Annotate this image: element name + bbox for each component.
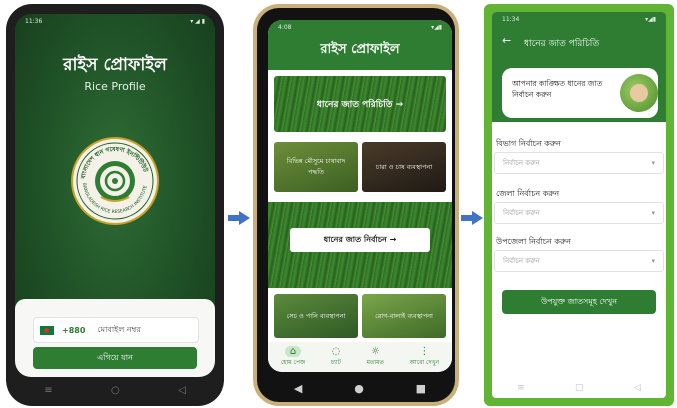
continue-button[interactable]: এগিয়ে যান xyxy=(33,347,197,369)
home-icon[interactable]: □ xyxy=(575,383,584,393)
home-icon: ⌂ xyxy=(284,346,302,357)
back-icon[interactable]: ◁ xyxy=(178,385,186,396)
district-placeholder: নির্বাচন করুন xyxy=(503,209,540,217)
home-title: রাইস প্রোফাইল xyxy=(320,42,400,57)
card-care-label: চারা ও চাষ ব্যবস্থাপনা xyxy=(375,162,433,171)
card-cultivation-label: বিভিন্ন মৌসুমে চাষাবাদ পদ্ধতি xyxy=(286,157,346,176)
tab-feedback[interactable]: ☼ মতামত xyxy=(367,346,384,368)
android-nav-bar: ≡ ○ ◁ xyxy=(15,378,215,402)
prompt-card: আপনার কাঙ্ক্ষিত ধানের জাত নির্বাচন করুন xyxy=(502,68,658,118)
status-icons: ▾ ◢ ▮ xyxy=(190,17,205,25)
country-code: +880 xyxy=(62,325,86,335)
variety-header: 11:34 ▾◢▮ ← ধানের জাত পরিচিতি xyxy=(492,12,666,62)
login-card: +880 মোবাইল নম্বর এগিয়ে যান xyxy=(15,299,215,377)
bug-icon: ☼ xyxy=(370,346,380,357)
app-subtitle: Rice Profile xyxy=(84,80,146,93)
division-placeholder: নির্বাচন করুন xyxy=(503,159,540,167)
division-dropdown[interactable]: নির্বাচন করুন ▾ xyxy=(494,152,664,174)
chevron-down-icon: ▾ xyxy=(651,257,655,265)
recents-icon[interactable]: ■ xyxy=(416,382,426,395)
menu-icon[interactable]: ≡ xyxy=(44,385,52,396)
tab-home-label: হোম পেজ xyxy=(280,359,306,366)
back-icon[interactable]: ◀ xyxy=(294,382,302,395)
status-icons: ▾◢▮ xyxy=(645,15,656,23)
show-varieties-button[interactable]: উপযুক্ত জাতসমূহ দেখুন xyxy=(502,290,656,314)
select-variety-button[interactable]: ধানের জাত নির্বাচন → xyxy=(290,228,430,252)
status-icons: ▾◢▮ xyxy=(431,23,442,31)
tab-home[interactable]: ⌂ হোম পেজ xyxy=(281,346,305,368)
flow-arrow-2 xyxy=(461,211,483,225)
tab-more-label: আরো দেখুন xyxy=(409,359,440,366)
login-screen: 11:36 ▾ ◢ ▮ রাইস প্রোফাইল Rice Profile ব… xyxy=(15,14,215,377)
district-dropdown[interactable]: নির্বাচন করুন ▾ xyxy=(494,202,664,224)
bangladesh-flag-icon xyxy=(40,325,54,335)
card-care[interactable]: চারা ও চাষ ব্যবস্থাপনা xyxy=(362,142,446,192)
upazila-placeholder: নির্বাচন করুন xyxy=(503,257,540,265)
card-pest[interactable]: রোগ-বালাই ব্যবস্থাপনা xyxy=(362,294,446,338)
back-arrow-icon[interactable]: ← xyxy=(502,34,511,47)
banner-variety-intro[interactable]: ধানের জাত পরিচিতি → xyxy=(274,76,446,132)
variety-select-screen: 11:34 ▾◢▮ ← ধানের জাত পরিচিতি আপনার কাঙ্… xyxy=(492,12,666,398)
upazila-label: উপজেলা নির্বাচন করুন xyxy=(496,237,571,246)
tab-chat-label: চ্যাট xyxy=(330,359,341,366)
division-label: বিভাগ নির্বাচন করুন xyxy=(496,139,561,148)
card-cultivation[interactable]: বিভিন্ন মৌসুমে চাষাবাদ পদ্ধতি xyxy=(274,142,358,192)
status-time: 4:08 xyxy=(278,23,292,31)
bottom-tab-bar: ⌂ হোম পেজ ◌ চ্যাট ☼ মতামত ⋮ আরো দেখুন xyxy=(268,342,452,372)
banner-variety-intro-label: ধানের জাত পরিচিতি → xyxy=(316,99,404,110)
phone-number-input[interactable]: মোবাইল নম্বর xyxy=(97,324,140,337)
home-icon[interactable]: ○ xyxy=(111,385,120,396)
phone-input-row[interactable]: +880 মোবাইল নম্বর xyxy=(33,317,199,343)
home-icon[interactable]: ● xyxy=(354,382,364,395)
tab-more[interactable]: ⋮ আরো দেখুন xyxy=(410,346,439,368)
upazila-dropdown[interactable]: নির্বাচন করুন ▾ xyxy=(494,250,664,272)
phone-login: 11:36 ▾ ◢ ▮ রাইস প্রোফাইল Rice Profile ব… xyxy=(6,4,224,406)
header-title: ধানের জাত পরিচিতি xyxy=(524,39,600,49)
status-bar: 11:34 ▾◢▮ xyxy=(492,12,666,26)
status-bar: 4:08 ▾◢▮ xyxy=(268,20,452,34)
chevron-down-icon: ▾ xyxy=(651,209,655,217)
flow-arrow-1 xyxy=(228,211,250,225)
tab-chat[interactable]: ◌ চ্যাট xyxy=(331,346,341,368)
home-screen: 4:08 ▾◢▮ রাইস প্রোফাইল ধানের জাত পরিচিতি… xyxy=(268,20,452,372)
home-header: 4:08 ▾◢▮ রাইস প্রোফাইল xyxy=(268,20,452,70)
chevron-down-icon: ▾ xyxy=(651,159,655,167)
status-bar: 11:36 ▾ ◢ ▮ xyxy=(15,14,215,28)
android-nav-bar: ◀ ● ■ xyxy=(268,374,452,402)
status-time: 11:34 xyxy=(502,15,520,23)
status-time: 11:36 xyxy=(25,17,43,25)
rice-hand-icon xyxy=(620,74,658,112)
logo-emblem: বাংলাদেশ ধান গবেষণা ইনস্টিটিউট BANGLADES… xyxy=(76,142,154,220)
brri-logo: বাংলাদেশ ধান গবেষণা ইনস্টিটিউট BANGLADES… xyxy=(71,137,159,225)
app-title: রাইস প্রোফাইল xyxy=(63,55,167,75)
field-image: ধানের জাত নির্বাচন → xyxy=(268,202,452,288)
android-nav-bar: ≡ □ ◁ xyxy=(492,378,666,398)
card-irrigation-label: সেচ ও পানি ব্যবস্থাপনা xyxy=(286,311,346,320)
tab-feedback-label: মতামত xyxy=(366,359,385,366)
menu-icon[interactable]: ≡ xyxy=(517,383,525,393)
card-pest-label: রোগ-বালাই ব্যবস্থাপনা xyxy=(375,311,433,320)
phone-home: 4:08 ▾◢▮ রাইস প্রোফাইল ধানের জাত পরিচিতি… xyxy=(253,4,459,406)
prompt-text: আপনার কাঙ্ক্ষিত ধানের জাত নির্বাচন করুন xyxy=(512,79,603,99)
back-icon[interactable]: ◁ xyxy=(634,383,641,393)
district-label: জেলা নির্বাচন করুন xyxy=(496,189,560,198)
card-irrigation[interactable]: সেচ ও পানি ব্যবস্থাপনা xyxy=(274,294,358,338)
select-variety-label: ধানের জাত নির্বাচন → xyxy=(323,234,397,244)
phone-variety-select: 11:34 ▾◢▮ ← ধানের জাত পরিচিতি আপনার কাঙ্… xyxy=(484,4,674,406)
more-icon: ⋮ xyxy=(419,346,430,357)
chat-icon: ◌ xyxy=(331,346,341,357)
